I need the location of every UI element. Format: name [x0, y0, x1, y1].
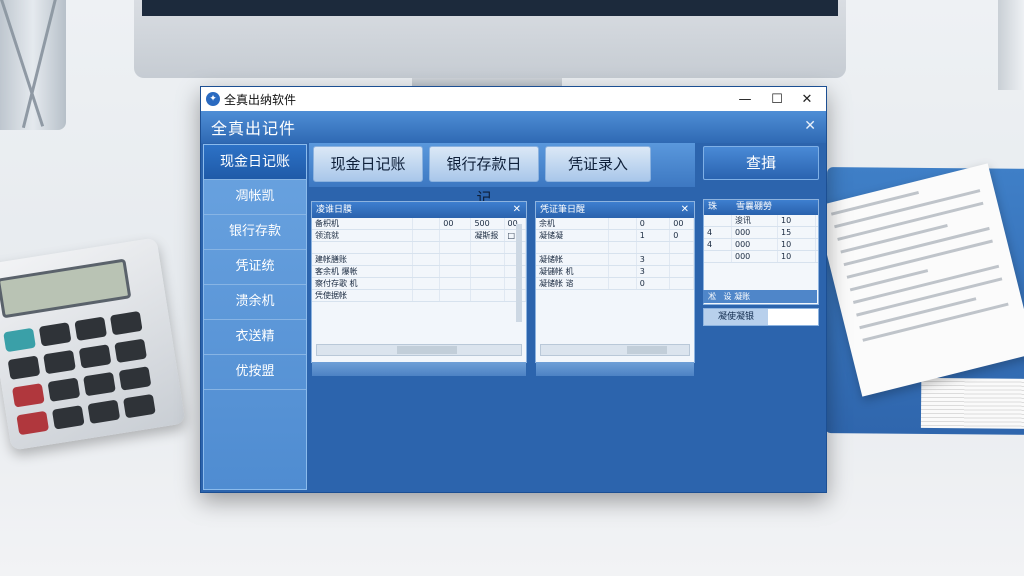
summary-input-row: 凝使凝银	[703, 308, 819, 326]
calculator-keys	[3, 310, 156, 436]
horizontal-scrollbar[interactable]	[316, 344, 522, 356]
table-row[interactable]: 凭使据帐	[312, 290, 526, 302]
sidebar-item-cash-journal[interactable]: 现金日记账	[204, 145, 306, 180]
close-icon[interactable]: ✕	[804, 118, 816, 134]
summary-header: 珠 雪曩硼勞	[704, 200, 818, 215]
sidebar-item-bank-deposit[interactable]: 银行存款	[204, 215, 306, 250]
close-button[interactable]: ✕	[790, 87, 824, 111]
table-row[interactable]: 凝储帐 3	[536, 254, 694, 266]
table-row[interactable]: 余机 0 00	[536, 218, 694, 230]
table-row[interactable]: 客余机 爆帐	[312, 266, 526, 278]
background-monitor	[134, 0, 846, 78]
panel-right-title: 凭证筆日醒	[540, 205, 586, 215]
pen-holder	[0, 0, 66, 130]
horizontal-scrollbar[interactable]	[540, 344, 690, 356]
table-row[interactable]: 4 000 15	[704, 227, 818, 239]
calculator	[0, 237, 186, 451]
panel-right-header: 凭证筆日醒 ✕	[536, 202, 694, 218]
sidebar-item-7[interactable]: 优按盟	[204, 355, 306, 390]
table-row[interactable]: 凝儲帐 机3	[536, 266, 694, 278]
calculator-display	[0, 258, 132, 319]
app-title: 全真出记件	[211, 119, 297, 138]
app-logo-icon: ✦	[206, 92, 220, 106]
table-row[interactable]: 察付存歌 机	[312, 278, 526, 290]
scrollbar-thumb[interactable]	[627, 346, 667, 354]
tab-voucher-entry[interactable]: 凭证录入	[545, 146, 651, 182]
table-row[interactable]: 浚讯 10	[704, 215, 818, 227]
tab-cash-journal[interactable]: 现金日记账	[313, 146, 423, 182]
panel-left-header: 凌谁日膜 ✕	[312, 202, 526, 218]
sidebar: 现金日记账 凋帐凯 银行存款 凭证统 溃余机 衣送精 优按盟	[203, 144, 307, 490]
query-button[interactable]: 查揖	[703, 146, 819, 180]
summary-input-label: 凝使凝银	[704, 309, 768, 325]
table-row[interactable]: 凝储凝 1 0	[536, 230, 694, 242]
close-icon[interactable]: ✕	[513, 202, 521, 218]
table-row[interactable]: 建帐膳账	[312, 254, 526, 266]
panel-left-footer	[312, 362, 526, 376]
panel-right-footer	[536, 362, 694, 376]
app-window: ✦ 全真出纳软件 — ☐ ✕ 全真出记件 ✕ 现金日记账 凋帐凯 银行存款 凭证…	[200, 86, 827, 493]
app-header: 全真出记件 ✕	[201, 111, 826, 143]
maximize-button[interactable]: ☐	[760, 87, 794, 111]
sidebar-item-5[interactable]: 溃余机	[204, 285, 306, 320]
background-shelf	[998, 0, 1024, 90]
close-icon[interactable]: ✕	[681, 202, 689, 218]
table-row[interactable]	[312, 242, 526, 254]
sidebar-item-2[interactable]: 凋帐凯	[204, 180, 306, 215]
tab-bank-journal[interactable]: 银行存款日记	[429, 146, 539, 207]
table-row[interactable]: 领流就 凝斯报 □	[312, 230, 526, 242]
summary-input-field[interactable]	[768, 309, 818, 325]
table-row[interactable]: 凝储帐 谘0	[536, 278, 694, 290]
minimize-button[interactable]: —	[728, 87, 762, 111]
window-title: 全真出纳软件	[224, 92, 297, 107]
summary-footer: 凇 设 凝账	[703, 290, 817, 303]
tab-list: 现金日记账 银行存款日记 凭证录入	[313, 146, 651, 207]
window-titlebar: ✦ 全真出纳软件 — ☐ ✕	[201, 87, 826, 111]
table-row[interactable]: 000 10	[704, 251, 818, 263]
table-row[interactable]: 4 000 10	[704, 239, 818, 251]
journal-panel-left: 凌谁日膜 ✕ 备枳机 00 500 00 领流就 凝斯报 □ 建帐膳账 客余机 爆帐 察付…	[311, 201, 527, 376]
sidebar-item-voucher[interactable]: 凭证统	[204, 250, 306, 285]
table-row[interactable]: 备枳机 00 500 00	[312, 218, 526, 230]
journal-panel-right: 凭证筆日醒 ✕ 余机 0 00 凝储凝 1 0 凝储帐 3 凝儲帐 机3 凝储帐 谘0	[535, 201, 695, 376]
sidebar-item-6[interactable]: 衣送精	[204, 320, 306, 355]
vertical-scrollbar[interactable]	[516, 224, 522, 322]
table-row[interactable]	[536, 242, 694, 254]
panel-left-title: 凌谁日膜	[316, 205, 353, 215]
scrollbar-thumb[interactable]	[397, 346, 457, 354]
